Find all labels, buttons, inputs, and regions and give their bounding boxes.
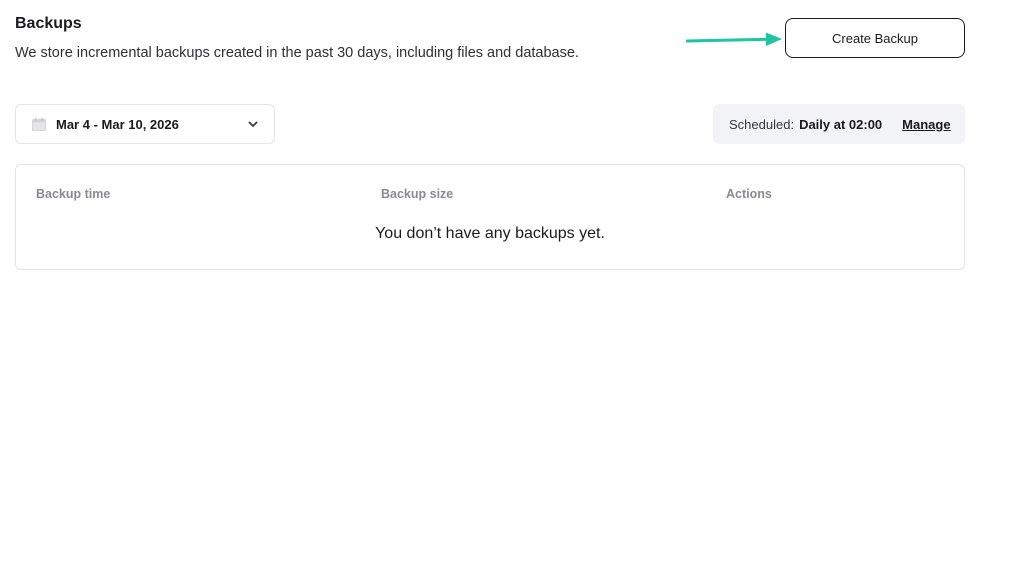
column-header-backup-size: Backup size	[381, 187, 454, 201]
chevron-down-icon	[248, 121, 258, 127]
schedule-value: Daily at 02:00	[799, 116, 883, 132]
page-title: Backups	[15, 15, 82, 32]
pointer-arrow-icon	[686, 32, 782, 46]
date-range-select[interactable]: Mar 4 - Mar 10, 2026	[15, 104, 275, 144]
schedule-info: Scheduled: Daily at 02:00 Manage	[713, 104, 965, 144]
manage-schedule-link[interactable]: Manage	[902, 117, 950, 132]
schedule-label: Scheduled:	[729, 116, 795, 132]
create-backup-button[interactable]: Create Backup	[785, 18, 965, 58]
backups-table: Backup time Backup size Actions You don’…	[15, 164, 965, 270]
calendar-icon	[32, 117, 46, 131]
column-header-backup-time: Backup time	[36, 187, 111, 201]
column-header-actions: Actions	[726, 187, 772, 201]
date-range-value: Mar 4 - Mar 10, 2026	[56, 116, 179, 132]
empty-state-message: You don’t have any backups yet.	[375, 225, 605, 242]
backups-page: Backups We store incremental backups cre…	[0, 0, 1012, 571]
page-subtitle: We store incremental backups created in …	[15, 45, 579, 61]
